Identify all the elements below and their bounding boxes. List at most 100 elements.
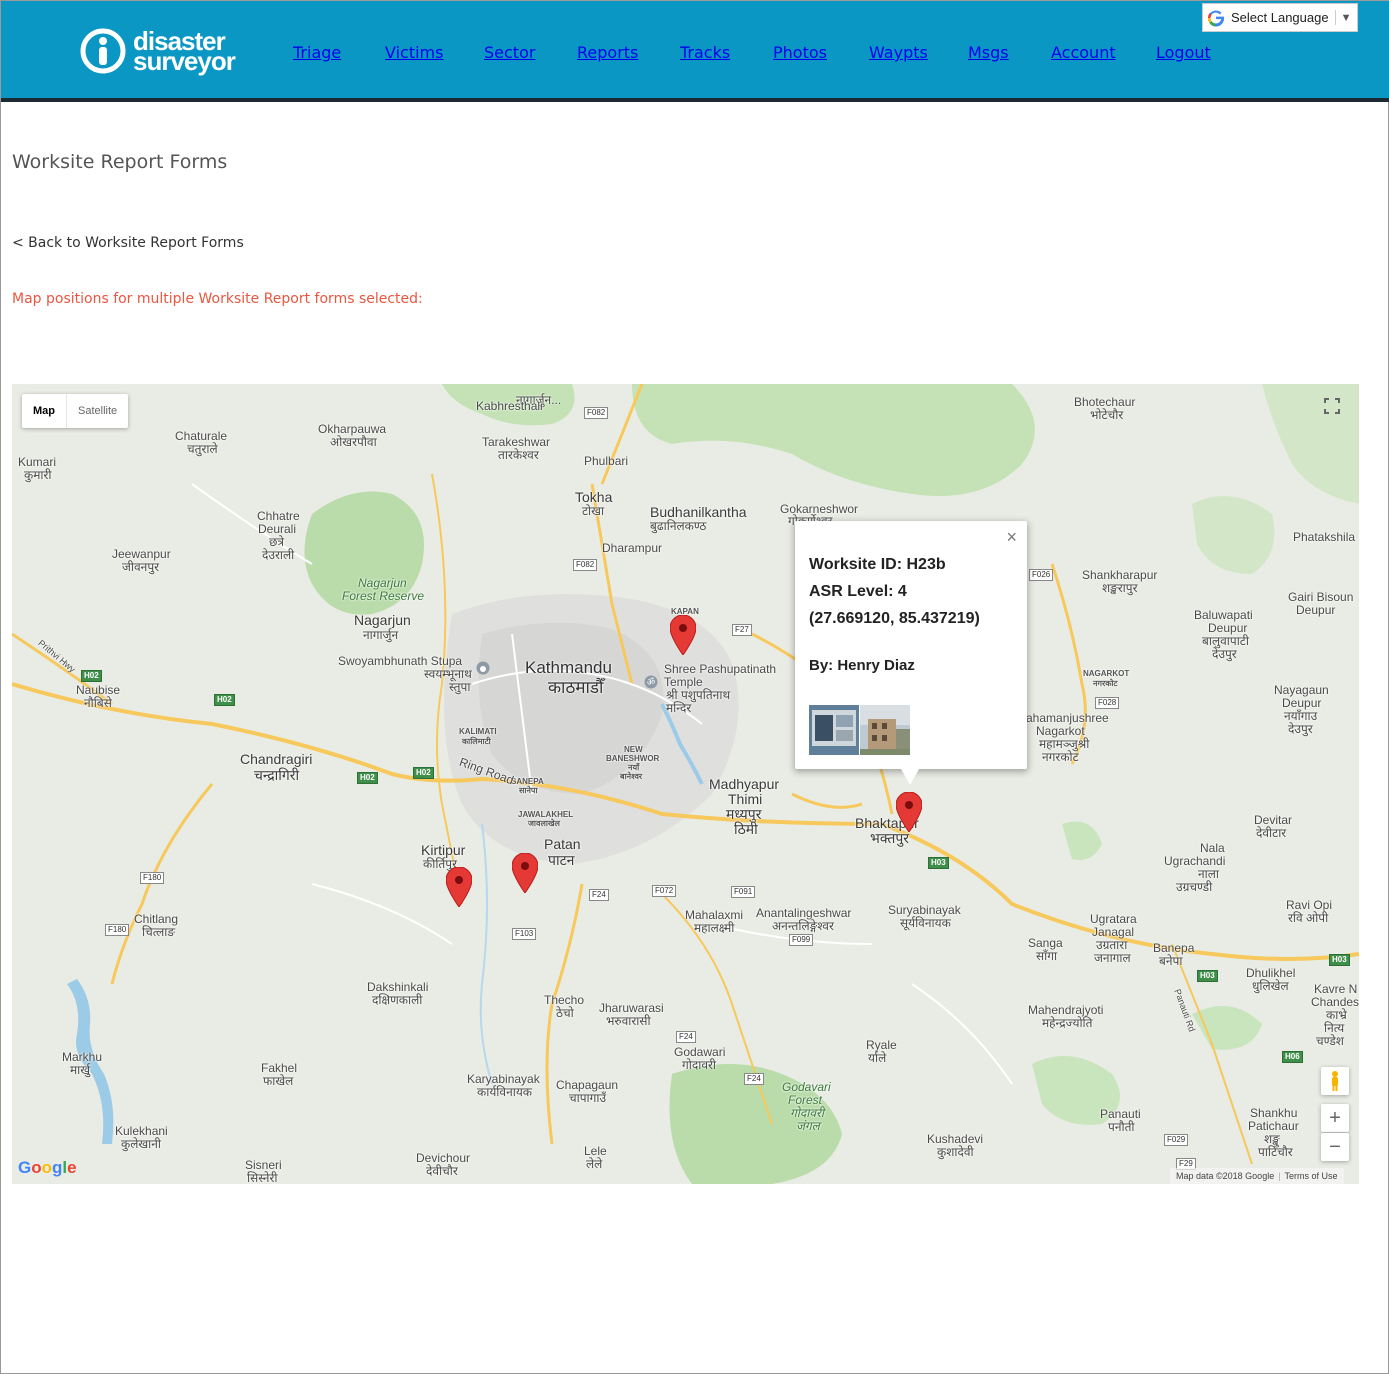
- map-label: Phulbari: [584, 454, 629, 468]
- map-label: मध्यपुर: [726, 806, 762, 822]
- map-label: कालिमाटी: [462, 737, 491, 746]
- road-shield: F24: [676, 1031, 696, 1043]
- map-type-satellite-button[interactable]: Satellite: [66, 394, 128, 428]
- road-shield: F24: [589, 889, 609, 901]
- nav-photos[interactable]: Photos: [773, 43, 827, 62]
- worksite-id: Worksite ID: H23b: [809, 556, 946, 573]
- map-label: कुलेखानी: [121, 1137, 162, 1151]
- terms-of-use-link[interactable]: Terms of Use: [1285, 1171, 1338, 1181]
- road-shield: F099: [789, 934, 814, 946]
- road-shield: F082: [573, 559, 598, 571]
- map-label: देउपुर: [1288, 722, 1313, 736]
- photo-thumbnail[interactable]: [860, 705, 910, 755]
- map-pin-icon[interactable]: [896, 792, 922, 832]
- asr-level: ASR Level: 4: [809, 583, 907, 600]
- map-label: जावलाखेल: [528, 819, 560, 828]
- road-shield: F091: [731, 886, 756, 898]
- chevron-down-icon: ▼: [1340, 11, 1352, 24]
- map-label: Thimi: [728, 791, 763, 807]
- logo-icon: [80, 28, 126, 74]
- road-shield: F103: [512, 928, 537, 940]
- map-label: नगरकोट: [1093, 679, 1118, 688]
- pegman-icon[interactable]: [1321, 1067, 1349, 1095]
- nav-tracks[interactable]: Tracks: [680, 43, 730, 62]
- map-attribution: Map data ©2018 Google | Terms of Use: [1170, 1168, 1344, 1184]
- road-shield: H03: [928, 857, 949, 869]
- road-shield: F27: [732, 624, 752, 636]
- map-label: टोखा: [582, 504, 605, 518]
- map-label: देवीचौर: [426, 1164, 458, 1178]
- map-label: Dharampur: [602, 541, 663, 555]
- nav-reports[interactable]: Reports: [577, 43, 638, 62]
- language-select[interactable]: Select Language ▼: [1202, 3, 1358, 32]
- road-shield: F180: [105, 924, 130, 936]
- map-label: भक्तपुर: [870, 830, 910, 846]
- map-label: चन्द्रागिरी: [254, 767, 300, 783]
- road-shield: F24: [744, 1073, 764, 1085]
- map-pin-icon[interactable]: [446, 867, 472, 907]
- map-label: कुमारी: [24, 468, 52, 482]
- photo-thumbnail[interactable]: [809, 705, 859, 755]
- map-label: KALIMATI: [459, 727, 497, 736]
- road-shield: H02: [413, 767, 434, 779]
- map-pin-icon[interactable]: [512, 853, 538, 893]
- map-type-control: Map Satellite: [22, 394, 129, 428]
- map-label: चण्डेश: [1316, 1034, 1344, 1048]
- map-label: देउराली: [262, 548, 295, 562]
- info-window: × Worksite ID: H23b ASR Level: 4 (27.669…: [795, 521, 1027, 785]
- zoom-in-button[interactable]: +: [1321, 1104, 1349, 1132]
- road-shield: H03: [1197, 970, 1218, 982]
- map-label: मार्खु: [70, 1063, 91, 1077]
- map-label: बुढानिलकण्ठ: [650, 519, 707, 533]
- map-label: ठिमी: [734, 821, 758, 837]
- map-view[interactable]: नागार्जुन... Kabhresthali Okharpauwa ओखर…: [12, 384, 1359, 1184]
- page-title: Worksite Report Forms: [12, 151, 228, 173]
- map-data-credit: Map data ©2018 Google: [1176, 1171, 1275, 1181]
- road-shield: H02: [214, 694, 235, 706]
- map-label: गोदावरी: [682, 1058, 717, 1072]
- map-label: SANEPA: [511, 777, 544, 786]
- disaster-surveyor-logo[interactable]: disaster surveyor: [79, 23, 259, 79]
- map-label: Budhanilkantha: [650, 504, 747, 520]
- nav-triage[interactable]: Triage: [293, 43, 341, 62]
- nav-logout[interactable]: Logout: [1156, 43, 1211, 62]
- map-label: देउपुर: [1212, 647, 1237, 661]
- map-label: BANESHWOR: [606, 754, 660, 763]
- nav-msgs[interactable]: Msgs: [968, 43, 1009, 62]
- back-link[interactable]: < Back to Worksite Report Forms: [12, 235, 244, 251]
- nav-sector[interactable]: Sector: [484, 43, 535, 62]
- map-type-map-button[interactable]: Map: [22, 394, 66, 428]
- close-icon[interactable]: ×: [1006, 527, 1017, 548]
- logo-line-2: surveyor: [133, 46, 236, 76]
- google-logo[interactable]: Google: [18, 1158, 77, 1178]
- map-pin-icon[interactable]: [670, 615, 696, 655]
- coordinates: (27.669120, 85.437219): [809, 610, 980, 627]
- language-select-label: Select Language: [1231, 10, 1329, 25]
- map-label: Forest Reserve: [342, 589, 425, 603]
- nav-victims[interactable]: Victims: [385, 43, 443, 62]
- road-shield: F026: [1029, 569, 1054, 581]
- map-label: दक्षिणकाली: [372, 993, 423, 1007]
- zoom-out-button[interactable]: −: [1321, 1133, 1349, 1161]
- map-label: उग्रचण्डी: [1176, 880, 1213, 894]
- surveyor-name: By: Henry Diaz: [809, 657, 915, 674]
- map-label: जीवनपुर: [122, 560, 160, 574]
- map-label: अनन्तलिङ्गेश्वर: [772, 919, 834, 933]
- map-label: नागार्जुन: [363, 628, 399, 642]
- fullscreen-icon[interactable]: [1318, 392, 1346, 420]
- map-label: स्तुपा: [449, 680, 471, 694]
- nav-waypts[interactable]: Waypts: [869, 43, 928, 62]
- map-label: रवि ओपी: [1288, 911, 1329, 925]
- road-shield: H02: [357, 772, 378, 784]
- map-label: काठमाडौँ: [548, 678, 604, 697]
- map-label: Chandragiri: [240, 751, 313, 767]
- map-label: सूर्यविनायक: [900, 916, 951, 930]
- map-label: पाटन: [548, 852, 575, 868]
- map-note: Map positions for multiple Worksite Repo…: [12, 291, 423, 307]
- map-label: फाखेल: [263, 1074, 294, 1088]
- nav-account[interactable]: Account: [1051, 43, 1116, 62]
- map-label: बानेश्वर: [620, 772, 643, 781]
- map-label: पनौती: [1108, 1120, 1135, 1134]
- map-label: नगरकोट: [1042, 750, 1079, 764]
- map-label: NAGARKOT: [1083, 669, 1130, 678]
